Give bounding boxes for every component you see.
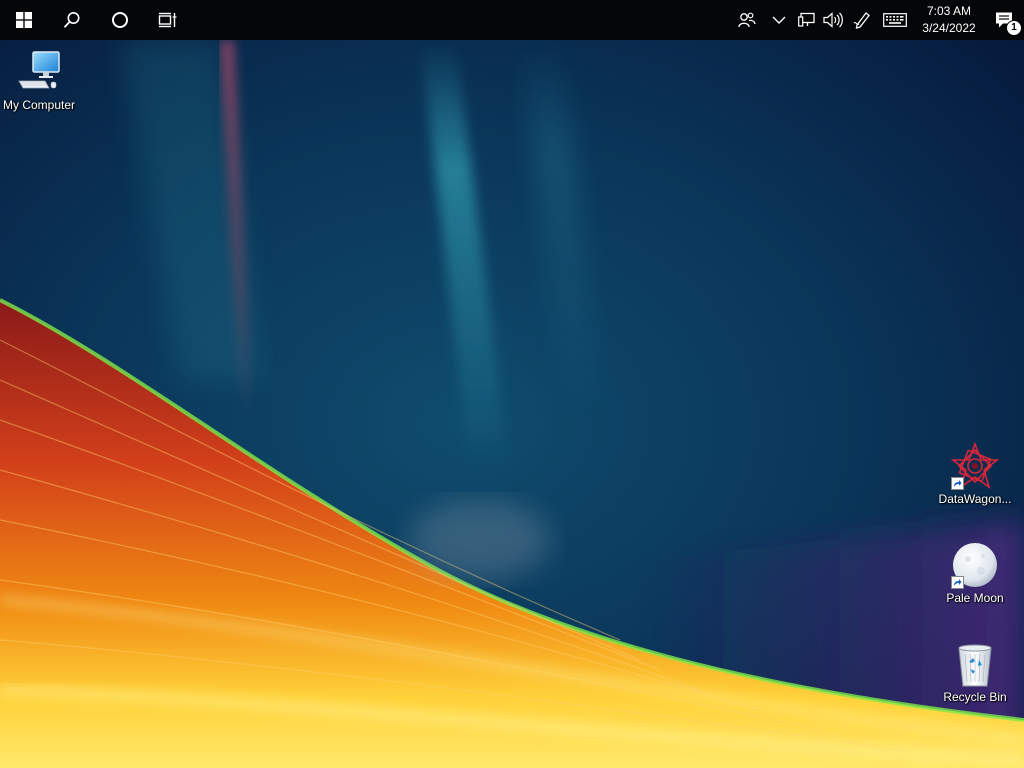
search-button[interactable] bbox=[48, 0, 96, 40]
volume-button[interactable] bbox=[820, 0, 846, 40]
task-view-button[interactable] bbox=[144, 0, 192, 40]
notification-count-badge: 1 bbox=[1006, 20, 1022, 36]
touch-keyboard-icon bbox=[883, 13, 907, 27]
clock-time: 7:03 AM bbox=[926, 4, 972, 18]
desktop-icon-label: DataWagon... bbox=[938, 492, 1012, 506]
cortana-circle-icon bbox=[112, 12, 128, 28]
start-button[interactable] bbox=[0, 0, 48, 40]
desktop-wallpaper bbox=[0, 0, 1024, 768]
volume-icon bbox=[823, 12, 843, 28]
task-view-icon bbox=[158, 12, 177, 28]
system-tray: 7:03 AM 3/24/2022 1 bbox=[730, 0, 1024, 40]
desktop-icon-pale-moon[interactable]: Pale Moon bbox=[937, 541, 1013, 605]
datawagon-star-icon bbox=[950, 441, 1000, 490]
desktop-icon-label: Recycle Bin bbox=[943, 690, 1007, 704]
taskbar-clock[interactable]: 7:03 AM 3/24/2022 bbox=[918, 0, 980, 40]
desktop-icon-my-computer[interactable]: My Computer bbox=[1, 48, 77, 112]
pen-workspace-icon bbox=[853, 12, 870, 29]
pen-workspace-button[interactable] bbox=[846, 0, 878, 40]
pale-moon-icon bbox=[951, 541, 999, 589]
people-button[interactable] bbox=[730, 0, 764, 40]
search-icon bbox=[63, 12, 80, 28]
chevron-up-icon bbox=[772, 16, 786, 24]
taskbar: 7:03 AM 3/24/2022 1 bbox=[0, 0, 1024, 40]
desktop-icon-label: My Computer bbox=[2, 98, 76, 112]
desktop-icon-recycle-bin[interactable]: Recycle Bin bbox=[937, 640, 1013, 704]
cortana-button[interactable] bbox=[96, 0, 144, 40]
touch-keyboard-button[interactable] bbox=[878, 0, 912, 40]
desktop-icon-datawagon[interactable]: DataWagon... bbox=[937, 441, 1013, 506]
network-button[interactable] bbox=[794, 0, 820, 40]
show-hidden-icons-button[interactable] bbox=[764, 0, 794, 40]
clock-date: 3/24/2022 bbox=[922, 21, 976, 35]
computer-icon bbox=[15, 48, 63, 96]
people-icon bbox=[738, 12, 756, 28]
recycle-bin-icon bbox=[951, 640, 999, 688]
network-icon bbox=[798, 12, 815, 27]
shortcut-arrow-icon bbox=[951, 477, 964, 490]
desktop-icon-label: Pale Moon bbox=[946, 591, 1004, 605]
windows-logo-icon bbox=[16, 12, 32, 28]
action-center-button[interactable]: 1 bbox=[984, 0, 1024, 40]
shortcut-arrow-icon bbox=[951, 576, 964, 589]
